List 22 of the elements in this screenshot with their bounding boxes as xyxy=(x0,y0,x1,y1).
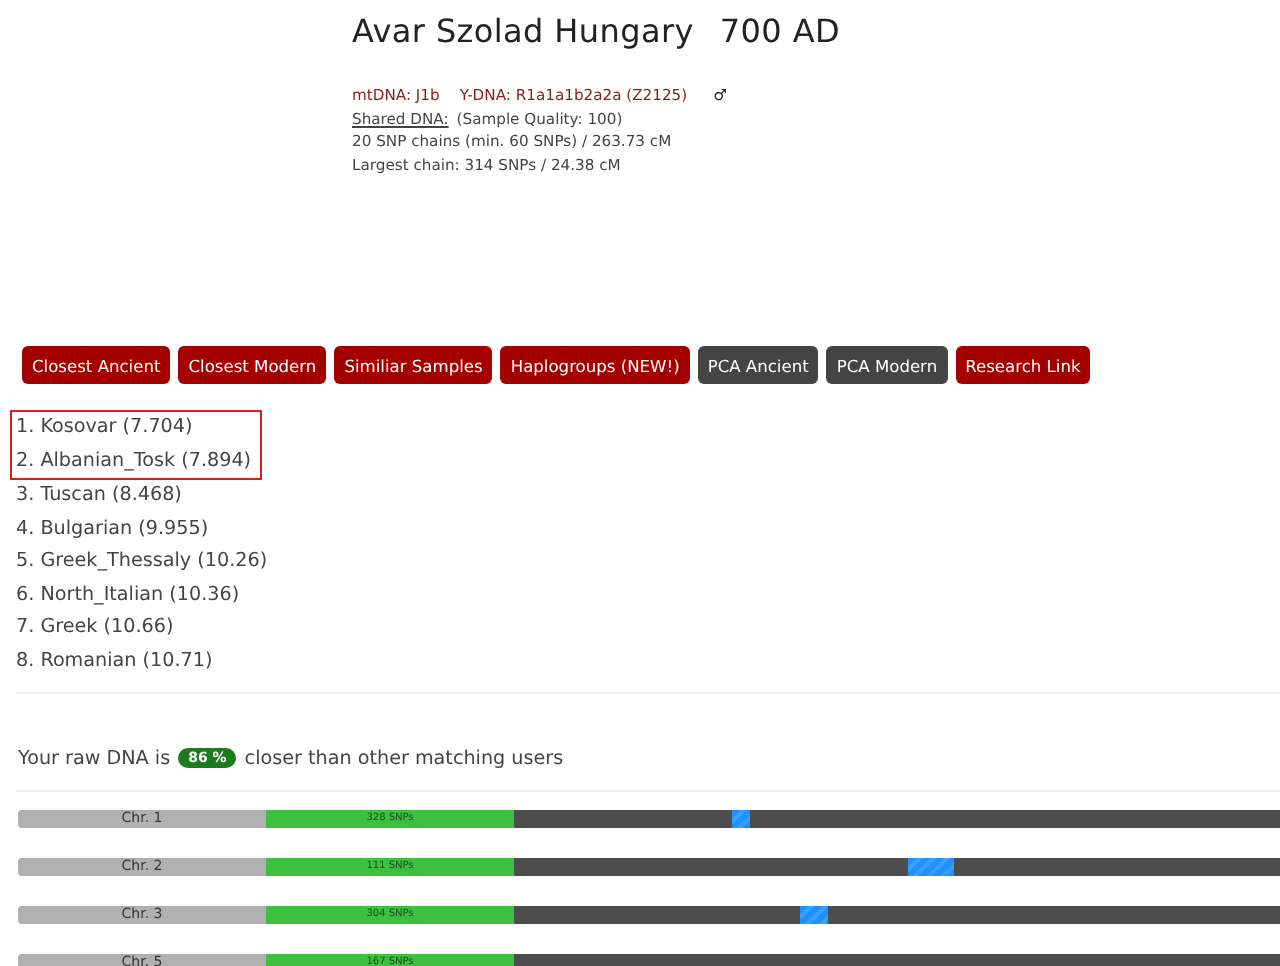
comparison-text: Your raw DNA is xyxy=(18,747,171,769)
result-item: 8. Romanian (10.71) xyxy=(14,647,215,675)
nav-button[interactable]: PCA Modern xyxy=(826,346,948,384)
match-segment xyxy=(800,906,829,924)
nav-button[interactable]: Closest Ancient xyxy=(22,346,171,384)
nav-button[interactable]: PCA Ancient xyxy=(697,346,819,384)
nav-button[interactable]: Haplogroups (NEW!) xyxy=(500,346,690,384)
result-item: 2. Albanian_Tosk (7.894) xyxy=(16,447,252,475)
result-item: 4. Bulgarian (9.955) xyxy=(14,515,211,543)
result-item: 7. Greek (10.66) xyxy=(14,614,176,642)
result-item: 3. Tuscan (8.468) xyxy=(14,482,184,510)
result-item: 6. North_Italian (10.36) xyxy=(14,581,242,609)
comparison-text: closer than other matching users xyxy=(244,747,564,769)
nav-button[interactable]: Similiar Samples xyxy=(334,346,493,384)
result-item: 1. Kosovar (7.704) xyxy=(16,414,195,442)
match-segment xyxy=(907,858,954,876)
result-item: 5. Greek_Thessaly (10.26) xyxy=(14,548,270,576)
sample-date: 700 AD xyxy=(719,12,840,50)
nav-button[interactable]: Closest Modern xyxy=(178,346,327,384)
sample-title: Avar Szolad Hungary xyxy=(352,12,694,50)
match-segment xyxy=(732,810,751,828)
nav-button[interactable]: Research Link xyxy=(955,346,1091,384)
